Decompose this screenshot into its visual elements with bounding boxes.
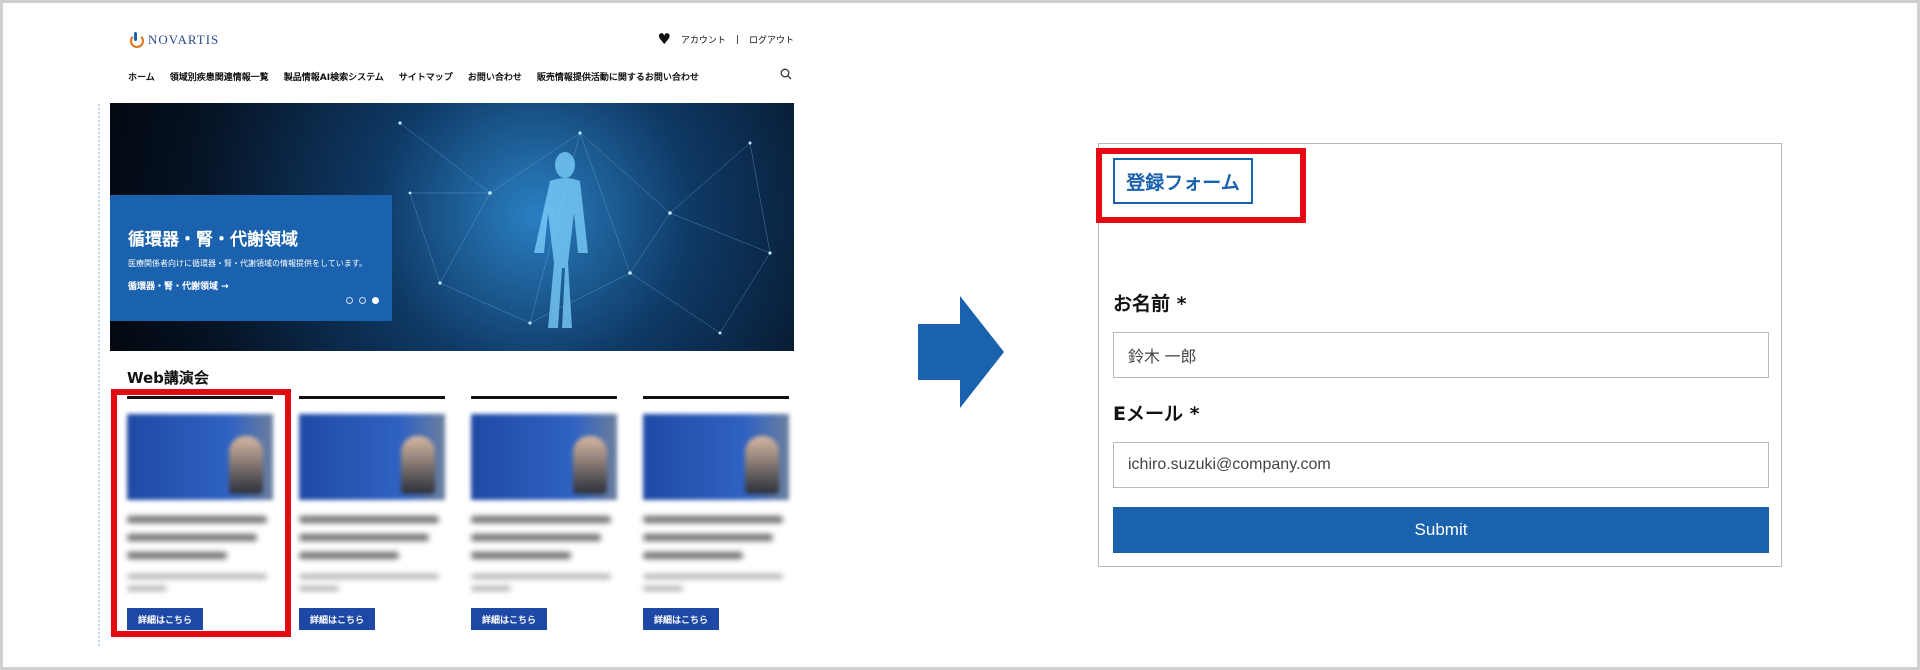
section-title: Web講演会 xyxy=(127,369,209,387)
right-arrow-icon xyxy=(918,296,1004,408)
heart-icon[interactable]: ♥ xyxy=(657,32,670,47)
account-area: ♥ アカウント | ログアウト xyxy=(657,32,794,47)
webinar-card: 詳細はこちら xyxy=(643,396,791,646)
details-button[interactable]: 詳細はこちら xyxy=(643,608,719,630)
guide-line xyxy=(98,104,102,646)
blurred-title xyxy=(643,534,773,541)
card-rule xyxy=(643,396,789,399)
webinar-thumbnail[interactable] xyxy=(643,414,789,500)
name-label: お名前 * xyxy=(1113,293,1187,315)
details-button[interactable]: 詳細はこちら xyxy=(299,608,375,630)
blurred-title xyxy=(643,552,743,559)
nav-item-disease-info[interactable]: 領域別疾患関連情報一覧 xyxy=(170,70,269,83)
webinar-thumbnail[interactable] xyxy=(299,414,445,500)
nav-item-contact[interactable]: お問い合わせ xyxy=(468,70,522,83)
blurred-title xyxy=(299,534,429,541)
nav-item-sales-contact[interactable]: 販売情報提供活動に関するお問い合わせ xyxy=(537,70,699,83)
hero-link[interactable]: 循環器・腎・代謝領域 → xyxy=(128,279,229,292)
webinar-thumbnail[interactable] xyxy=(471,414,617,500)
blurred-title xyxy=(299,516,439,523)
hero-description: 医療関係者向けに循環器・腎・代謝領域の情報提供をしています。 xyxy=(128,259,367,268)
carousel-dots xyxy=(346,297,379,304)
blurred-title xyxy=(299,552,399,559)
blurred-meta xyxy=(471,586,511,591)
carousel-dot-active[interactable] xyxy=(372,297,379,304)
blurred-meta xyxy=(643,586,683,591)
webinar-card: 詳細はこちら xyxy=(299,396,447,646)
blurred-title xyxy=(643,516,783,523)
webinar-card: 詳細はこちら xyxy=(471,396,619,646)
account-link[interactable]: アカウント xyxy=(681,33,726,46)
account-separator: | xyxy=(735,34,739,45)
email-label: Eメール * xyxy=(1113,403,1200,425)
blurred-meta xyxy=(299,586,339,591)
highlight-box-webinar-card xyxy=(111,389,291,637)
search-icon[interactable] xyxy=(780,68,792,80)
blurred-title xyxy=(471,534,601,541)
logo-text: NOVARTIS xyxy=(148,32,220,47)
logout-link[interactable]: ログアウト xyxy=(749,33,794,46)
submit-button[interactable]: Submit xyxy=(1113,507,1769,553)
highlight-box-form-title xyxy=(1096,148,1306,223)
carousel-dot[interactable] xyxy=(346,297,353,304)
nav-item-home[interactable]: ホーム xyxy=(128,70,155,83)
blurred-meta xyxy=(299,574,439,579)
blurred-meta xyxy=(471,574,611,579)
nav-item-sitemap[interactable]: サイトマップ xyxy=(399,70,453,83)
blurred-meta xyxy=(643,574,783,579)
card-rule xyxy=(471,396,617,399)
details-button[interactable]: 詳細はこちら xyxy=(471,608,547,630)
hero-title: 循環器・腎・代謝領域 xyxy=(128,230,298,250)
blurred-title xyxy=(471,516,611,523)
main-nav: ホーム 領域別疾患関連情報一覧 製品情報AI検索システム サイトマップ お問い合… xyxy=(128,70,699,83)
name-input[interactable]: 鈴木 一郎 xyxy=(1113,332,1769,378)
carousel-dot[interactable] xyxy=(359,297,366,304)
novartis-logo[interactable]: NOVARTIS xyxy=(128,32,219,48)
nav-item-ai-search[interactable]: 製品情報AI検索システム xyxy=(284,70,384,83)
email-input[interactable]: ichiro.suzuki@company.com xyxy=(1113,442,1769,488)
blurred-title xyxy=(471,552,571,559)
hero-caption-box: 循環器・腎・代謝領域 医療関係者向けに循環器・腎・代謝領域の情報提供をしています… xyxy=(110,195,392,321)
hero-banner: 循環器・腎・代謝領域 医療関係者向けに循環器・腎・代謝領域の情報提供をしています… xyxy=(110,103,794,351)
card-rule xyxy=(299,396,445,399)
novartis-flame-icon xyxy=(128,32,144,48)
